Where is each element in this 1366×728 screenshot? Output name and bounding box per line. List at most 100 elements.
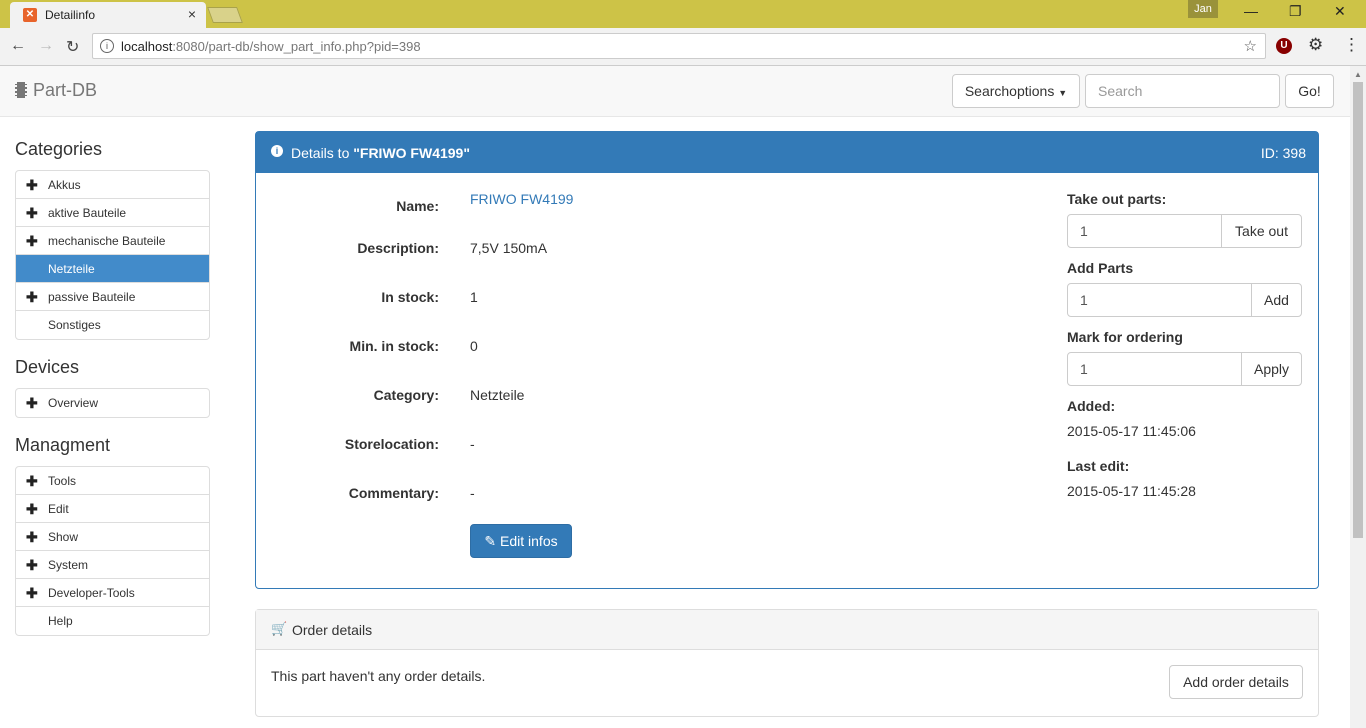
add-button[interactable]: Add bbox=[1251, 283, 1302, 317]
lastedit-value: 2015-05-17 11:45:28 bbox=[1067, 483, 1196, 499]
category-item-active[interactable]: Netzteile bbox=[16, 255, 209, 283]
add-order-details-button[interactable]: Add order details bbox=[1169, 665, 1303, 699]
plus-icon[interactable]: ✚ bbox=[26, 501, 38, 518]
profile-badge[interactable]: Jan bbox=[1188, 0, 1218, 18]
plus-icon[interactable]: ✚ bbox=[26, 205, 38, 222]
managment-list: ✚ Tools ✚ Edit ✚ Show ✚ System ✚ Developer-To… bbox=[15, 466, 210, 636]
plus-icon[interactable]: ✚ bbox=[26, 557, 38, 574]
category-item[interactable]: ✚ Akkus bbox=[16, 171, 209, 199]
category-label: Category: bbox=[373, 387, 439, 403]
new-tab-button[interactable] bbox=[207, 7, 243, 23]
plus-icon[interactable]: ✚ bbox=[26, 529, 38, 546]
lastedit-label: Last edit: bbox=[1067, 458, 1130, 474]
part-id: ID: 398 bbox=[1260, 145, 1306, 161]
details-panel: i Details to "FRIWO FW4199" ID: 398 Name… bbox=[255, 131, 1319, 589]
details-panel-header: i Details to "FRIWO FW4199" ID: 398 bbox=[256, 132, 1318, 173]
order-mark-input[interactable]: 1 bbox=[1067, 352, 1242, 386]
details-title: Details to "FRIWO FW4199" bbox=[291, 145, 470, 161]
commentary-label: Commentary: bbox=[348, 485, 439, 501]
category-value: Netzteile bbox=[470, 387, 525, 403]
managment-item[interactable]: Help bbox=[16, 607, 209, 635]
plus-icon[interactable]: ✚ bbox=[26, 177, 38, 194]
plus-icon[interactable]: ✚ bbox=[26, 233, 38, 250]
apply-button[interactable]: Apply bbox=[1241, 352, 1302, 386]
order-mark-label: Mark for ordering bbox=[1067, 329, 1183, 345]
browser-toolbar: ← → ↻ i localhost:8080/part-db/show_part… bbox=[0, 28, 1366, 66]
added-label: Added: bbox=[1067, 398, 1116, 414]
mininstock-label: Min. in stock: bbox=[349, 338, 439, 354]
edit-infos-button[interactable]: ✎ Edit infos bbox=[470, 524, 572, 558]
managment-item[interactable]: ✚ System bbox=[16, 551, 209, 579]
mininstock-value: 0 bbox=[470, 338, 478, 354]
menu-icon[interactable]: ⋮ bbox=[1343, 35, 1360, 55]
go-button[interactable]: Go! bbox=[1285, 74, 1334, 108]
managment-item[interactable]: ✚ Developer-Tools bbox=[16, 579, 209, 607]
site-info-icon[interactable]: i bbox=[100, 39, 114, 53]
order-details-header: 🛒 Order details bbox=[256, 610, 1318, 650]
takeout-input[interactable]: 1 bbox=[1067, 214, 1222, 248]
window-close-icon[interactable]: ✕ bbox=[1334, 3, 1346, 20]
top-navbar: Part-DB Searchoptions ▼ Search Go! bbox=[0, 66, 1350, 117]
description-value: 7,5V 150mA bbox=[470, 240, 548, 256]
page-content: Part-DB Searchoptions ▼ Search Go! Categ… bbox=[0, 66, 1350, 728]
order-mark-group: 1 Apply bbox=[1067, 352, 1302, 386]
added-value: 2015-05-17 11:45:06 bbox=[1067, 423, 1196, 439]
name-label: Name: bbox=[396, 198, 439, 214]
edit-icon: ✎ bbox=[484, 533, 497, 549]
info-icon: i bbox=[271, 145, 283, 157]
address-bar[interactable]: i localhost:8080/part-db/show_part_info.… bbox=[92, 33, 1266, 59]
description-label: Description: bbox=[357, 240, 439, 256]
restore-icon[interactable]: ❐ bbox=[1289, 3, 1302, 20]
category-item[interactable]: ✚ mechanische Bauteile bbox=[16, 227, 209, 255]
bookmark-star-icon[interactable]: ☆ bbox=[1244, 37, 1257, 55]
search-input[interactable]: Search bbox=[1085, 74, 1280, 108]
caret-down-icon: ▼ bbox=[1058, 88, 1068, 98]
order-details-title: Order details bbox=[292, 622, 373, 638]
managment-item[interactable]: ✚ Edit bbox=[16, 495, 209, 523]
devices-heading: Devices bbox=[15, 357, 80, 377]
instock-value: 1 bbox=[470, 289, 478, 305]
plus-icon[interactable]: ✚ bbox=[26, 289, 38, 306]
managment-item[interactable]: ✚ Tools bbox=[16, 467, 209, 495]
brand[interactable]: Part-DB bbox=[15, 80, 97, 101]
devices-list: ✚ Overview bbox=[15, 388, 210, 418]
categories-list: ✚ Akkus ✚ aktive Bauteile ✚ mechanische Bau… bbox=[15, 170, 210, 340]
add-group: 1 Add bbox=[1067, 283, 1302, 317]
reload-icon[interactable]: ↻ bbox=[66, 37, 79, 57]
takeout-group: 1 Take out bbox=[1067, 214, 1302, 248]
searchoptions-button[interactable]: Searchoptions ▼ bbox=[952, 74, 1080, 108]
xampp-icon: ✕ bbox=[23, 8, 37, 22]
chip-icon bbox=[15, 82, 27, 98]
tab-title: Detailinfo bbox=[45, 8, 96, 22]
scrollbar-thumb[interactable] bbox=[1353, 82, 1363, 538]
add-input[interactable]: 1 bbox=[1067, 283, 1252, 317]
storelocation-label: Storelocation: bbox=[344, 436, 439, 452]
plus-icon[interactable]: ✚ bbox=[26, 395, 38, 412]
order-details-panel: 🛒 Order details This part haven't any or… bbox=[255, 609, 1319, 717]
instock-label: In stock: bbox=[381, 289, 439, 305]
category-item[interactable]: ✚ passive Bauteile bbox=[16, 283, 209, 311]
device-item[interactable]: ✚ Overview bbox=[16, 389, 209, 417]
browser-titlebar: ✕ Detailinfo × Jan — ❐ ✕ bbox=[0, 0, 1366, 28]
tab-close-icon[interactable]: × bbox=[188, 6, 196, 22]
storelocation-value: - bbox=[470, 436, 475, 452]
categories-heading: Categories bbox=[15, 139, 103, 159]
forward-icon[interactable]: → bbox=[38, 37, 54, 55]
name-link[interactable]: FRIWO FW4199 bbox=[470, 191, 573, 207]
page-scrollbar[interactable]: ▲ bbox=[1350, 66, 1366, 728]
scroll-up-icon[interactable]: ▲ bbox=[1354, 70, 1362, 79]
extension-gear-icon[interactable]: ⚙ bbox=[1308, 35, 1323, 55]
plus-icon[interactable]: ✚ bbox=[26, 473, 38, 490]
takeout-button[interactable]: Take out bbox=[1221, 214, 1302, 248]
browser-tab[interactable]: ✕ Detailinfo × bbox=[10, 2, 206, 28]
minimize-icon[interactable]: — bbox=[1244, 3, 1258, 19]
url-text: localhost:8080/part-db/show_part_info.ph… bbox=[121, 39, 421, 54]
managment-heading: Managment bbox=[15, 435, 111, 455]
category-item[interactable]: Sonstiges bbox=[16, 311, 209, 339]
plus-icon[interactable]: ✚ bbox=[26, 585, 38, 602]
back-icon[interactable]: ← bbox=[10, 37, 26, 55]
ublock-icon[interactable]: U bbox=[1276, 38, 1292, 54]
add-label: Add Parts bbox=[1067, 260, 1134, 276]
category-item[interactable]: ✚ aktive Bauteile bbox=[16, 199, 209, 227]
managment-item[interactable]: ✚ Show bbox=[16, 523, 209, 551]
